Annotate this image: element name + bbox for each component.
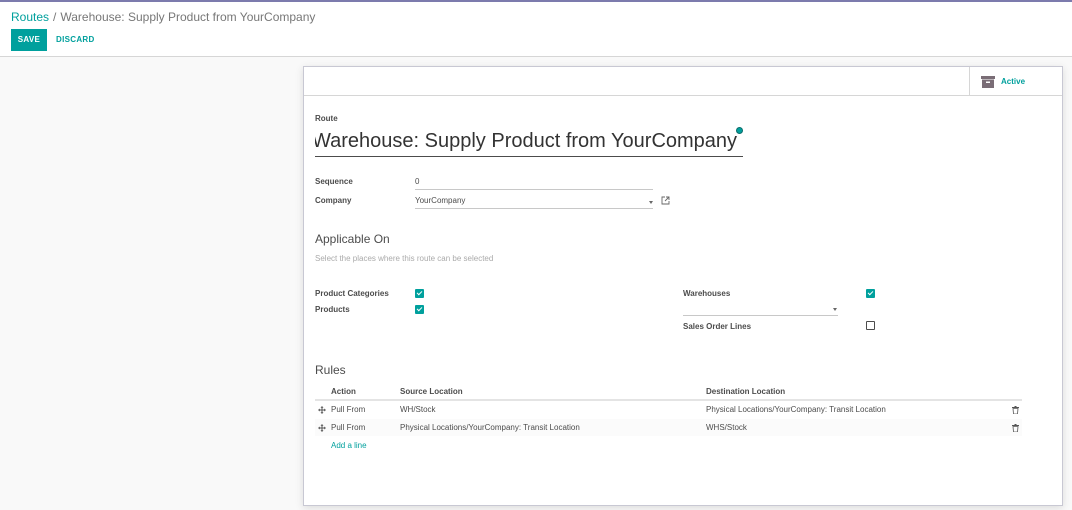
warehouses-select[interactable] (683, 301, 838, 316)
warehouses-dropdown-icon[interactable] (833, 308, 837, 311)
warehouses-checkbox[interactable] (866, 289, 875, 298)
row-source-location: Physical Locations/YourCompany: Transit … (400, 423, 580, 432)
breadcrumb-separator: / (53, 10, 57, 24)
active-label: Active (1001, 77, 1026, 86)
row-action: Pull From (331, 405, 366, 414)
company-select[interactable]: YourCompany (415, 194, 653, 209)
applicable-on-title: Applicable On (315, 232, 390, 246)
rules-table: Action Source Location Destination Locat… (315, 383, 1022, 455)
applicable-on-help: Select the places where this route can b… (315, 254, 494, 263)
products-checkbox[interactable] (415, 305, 424, 314)
trash-icon[interactable] (1012, 424, 1019, 432)
breadcrumb: Routes / Warehouse: Supply Product from Yo… (11, 10, 315, 24)
rules-table-header: Action Source Location Destination Locat… (315, 383, 1022, 401)
form-sheet: Active Route Warehouse: Supply Product f… (303, 66, 1063, 506)
products-label: Products (315, 305, 350, 314)
drag-handle-icon[interactable] (318, 424, 326, 432)
trash-icon[interactable] (1012, 406, 1019, 414)
product-categories-label: Product Categories (315, 289, 389, 298)
archive-icon (981, 76, 995, 88)
row-destination-location: Physical Locations/YourCompany: Transit … (706, 405, 886, 414)
breadcrumb-current: Warehouse: Supply Product from YourCompa… (60, 10, 316, 24)
active-toggle-button[interactable]: Active (969, 67, 1062, 95)
company-dropdown-icon[interactable] (649, 201, 653, 204)
save-button[interactable]: SAVE (11, 29, 47, 51)
row-action: Pull From (331, 423, 366, 432)
button-box: Active (304, 67, 1062, 96)
add-line-row: Add a line (315, 437, 1022, 455)
sales-order-lines-label: Sales Order Lines (683, 322, 752, 331)
discard-button[interactable]: DISCARD (56, 29, 95, 51)
sequence-input[interactable]: 0 (415, 175, 653, 190)
route-label: Route (315, 114, 338, 123)
table-row[interactable]: Pull From Physical Locations/YourCompany… (315, 419, 1022, 437)
sequence-label: Sequence (315, 177, 353, 186)
column-destination-location[interactable]: Destination Location (706, 383, 785, 401)
rules-title: Rules (315, 363, 346, 377)
table-row[interactable]: Pull From WH/Stock Physical Locations/Yo… (315, 401, 1022, 419)
row-source-location: WH/Stock (400, 405, 436, 414)
product-categories-checkbox[interactable] (415, 289, 424, 298)
route-name-input[interactable]: Warehouse: Supply Product from YourCompa… (315, 127, 743, 157)
translate-icon[interactable] (736, 127, 743, 134)
add-line-link[interactable]: Add a line (331, 437, 367, 455)
drag-handle-icon[interactable] (318, 406, 326, 414)
control-panel: Routes / Warehouse: Supply Product from Yo… (0, 2, 1072, 57)
breadcrumb-routes-link[interactable]: Routes (11, 10, 49, 24)
row-destination-location: WHS/Stock (706, 423, 747, 432)
external-link-icon[interactable] (661, 196, 670, 205)
warehouses-label: Warehouses (683, 289, 731, 298)
column-source-location[interactable]: Source Location (400, 383, 463, 401)
sales-order-lines-checkbox[interactable] (866, 321, 875, 330)
column-action[interactable]: Action (331, 383, 356, 401)
company-label: Company (315, 196, 352, 205)
